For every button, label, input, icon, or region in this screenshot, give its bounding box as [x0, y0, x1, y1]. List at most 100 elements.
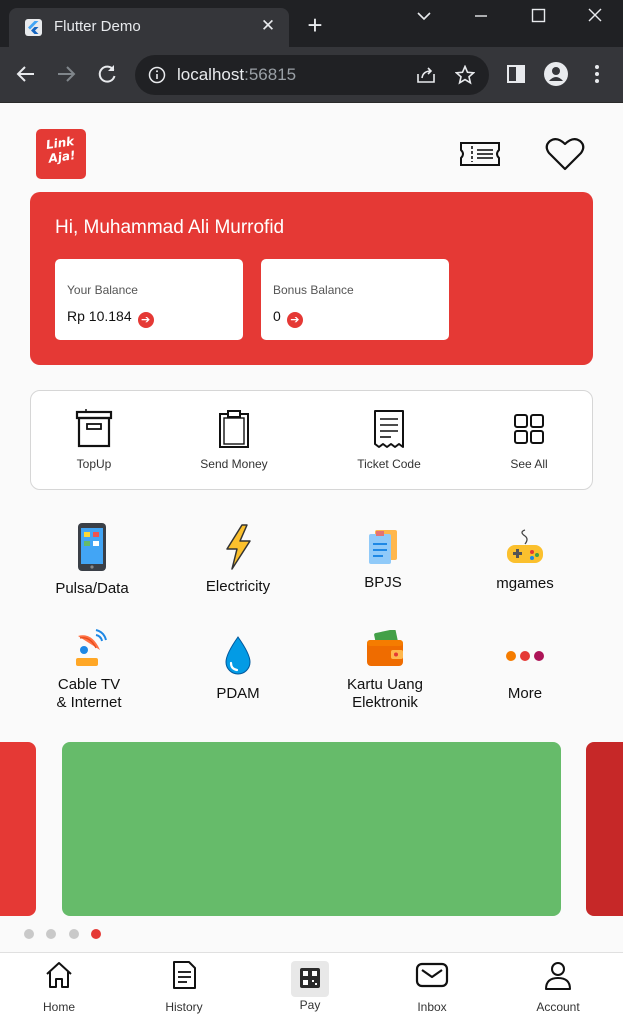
- history-icon: [173, 961, 196, 989]
- service-label: Electricity: [205, 578, 271, 595]
- wallet-icon: [367, 630, 403, 666]
- nav-label: History: [165, 1000, 203, 1014]
- nav-history[interactable]: History: [134, 953, 234, 1014]
- nav-label: Inbox: [417, 1000, 447, 1014]
- logo-text: Link Aja!: [38, 133, 83, 167]
- browser-toolbar: localhost:56815: [0, 47, 623, 103]
- lightning-icon: [226, 524, 251, 570]
- more-dots-icon: [506, 651, 544, 661]
- tab-title: Flutter Demo: [54, 18, 141, 35]
- close-window-icon[interactable]: [580, 5, 610, 27]
- menu-kebab-icon[interactable]: [584, 61, 610, 87]
- quick-menu-label: Send Money: [200, 457, 268, 471]
- bonus-balance-label: Bonus Balance: [273, 283, 354, 297]
- quick-menu-label: TopUp: [76, 457, 112, 471]
- service-label: PDAM: [216, 685, 260, 702]
- service-label-line2: Elektronik: [352, 694, 418, 711]
- service-label: Cable TV & Internet: [24, 676, 154, 712]
- info-icon[interactable]: [148, 66, 166, 84]
- document-icon: [369, 530, 397, 564]
- service-cable-tv-internet[interactable]: Cable TV & Internet: [24, 626, 154, 726]
- service-pulsa-data[interactable]: Pulsa/Data: [27, 518, 157, 618]
- service-label-line1: Kartu Uang: [347, 676, 423, 693]
- minimize-icon[interactable]: [466, 5, 496, 27]
- bottom-navigation: Home History Pay Inbox Account: [0, 952, 623, 1014]
- service-label: mgames: [496, 575, 554, 592]
- your-balance-value: Rp 10.184: [67, 308, 132, 324]
- gamepad-icon: [507, 529, 543, 563]
- nav-label: Account: [536, 1000, 580, 1014]
- back-icon[interactable]: [13, 61, 39, 87]
- close-tab-icon[interactable]: ✕: [259, 17, 277, 35]
- service-label-line2: & Internet: [56, 694, 122, 711]
- nav-account[interactable]: Account: [508, 953, 608, 1014]
- service-label: BPJS: [364, 574, 402, 591]
- forward-icon[interactable]: [53, 61, 79, 87]
- your-balance-label: Your Balance: [67, 283, 138, 297]
- app-view: Link Aja! Hi, Muhammad Ali Murrofid Your…: [0, 103, 623, 1014]
- carousel-dot-active[interactable]: [91, 929, 101, 939]
- carousel-dot[interactable]: [24, 929, 34, 939]
- address-bar[interactable]: localhost:56815: [135, 55, 489, 95]
- profile-avatar-icon[interactable]: [543, 61, 569, 87]
- home-icon: [46, 962, 72, 988]
- tab-search-chevron-icon[interactable]: [409, 5, 439, 27]
- arrow-right-icon[interactable]: ➔: [137, 312, 154, 328]
- grid-icon: [514, 414, 544, 444]
- flutter-icon: [25, 19, 42, 36]
- phone-icon: [78, 523, 106, 571]
- service-bpjs[interactable]: BPJS: [318, 518, 448, 618]
- your-balance-box[interactable]: Your Balance Rp 10.184 ➔: [55, 259, 243, 340]
- url-host: localhost: [177, 65, 245, 84]
- bonus-balance-box[interactable]: Bonus Balance 0 ➔: [261, 259, 449, 340]
- share-icon[interactable]: [415, 65, 437, 85]
- browser-titlebar: Flutter Demo ✕ +: [0, 0, 623, 47]
- service-label: More: [507, 685, 543, 702]
- bonus-balance-value: 0: [273, 308, 281, 324]
- banner-slide-next[interactable]: [586, 742, 623, 916]
- water-drop-icon: [225, 636, 251, 675]
- balance-card: Hi, Muhammad Ali Murrofid Your Balance R…: [30, 192, 593, 365]
- carousel-dot[interactable]: [46, 929, 56, 939]
- ticket-icon[interactable]: [459, 136, 501, 172]
- service-label-line1: Cable TV: [57, 676, 121, 693]
- quick-menu-ticket-code[interactable]: Ticket Code: [334, 391, 444, 491]
- linkaja-logo: Link Aja!: [36, 129, 86, 179]
- topup-box-icon: [75, 409, 113, 448]
- bonus-balance-value-row: 0 ➔: [273, 308, 303, 328]
- service-label: Pulsa/Data: [55, 580, 129, 597]
- maximize-icon[interactable]: [523, 5, 553, 27]
- quick-menu-send-money[interactable]: Send Money: [179, 391, 289, 491]
- quick-menu-label: See All: [510, 457, 548, 471]
- screen: Flutter Demo ✕ + localhost:56815 Link Aj…: [0, 0, 623, 1014]
- service-more[interactable]: More: [460, 626, 590, 726]
- quick-menu: TopUp Send Money Ticket Code See All: [30, 390, 593, 490]
- browser-tab[interactable]: Flutter Demo ✕: [9, 8, 289, 47]
- new-tab-button[interactable]: +: [303, 12, 327, 38]
- your-balance-value-row: Rp 10.184 ➔: [67, 308, 154, 328]
- service-electricity[interactable]: Electricity: [173, 518, 303, 618]
- satellite-icon: [76, 629, 107, 666]
- nav-label: Home: [42, 1000, 75, 1014]
- reload-icon[interactable]: [94, 61, 120, 87]
- quick-menu-topup[interactable]: TopUp: [39, 391, 149, 491]
- nav-inbox[interactable]: Inbox: [382, 953, 482, 1014]
- side-panel-icon[interactable]: [503, 61, 529, 87]
- carousel-dot[interactable]: [69, 929, 79, 939]
- favorite-heart-icon[interactable]: [544, 136, 586, 172]
- nav-home[interactable]: Home: [9, 953, 109, 1014]
- service-kartu-uang-elektronik[interactable]: Kartu Uang Elektronik: [320, 626, 450, 726]
- banner-slide-current[interactable]: [62, 742, 561, 916]
- service-pdam[interactable]: PDAM: [173, 626, 303, 726]
- bookmark-star-icon[interactable]: [455, 65, 475, 85]
- nav-pay[interactable]: Pay: [260, 953, 360, 1014]
- user-icon: [545, 962, 571, 990]
- quick-menu-label: Ticket Code: [357, 457, 421, 471]
- greeting-text: Hi, Muhammad Ali Murrofid: [55, 217, 285, 238]
- banner-slide-previous[interactable]: [0, 742, 36, 916]
- arrow-right-icon[interactable]: ➔: [286, 312, 303, 328]
- quick-menu-see-all[interactable]: See All: [474, 391, 584, 491]
- service-mgames[interactable]: mgames: [460, 518, 590, 618]
- url-port: :56815: [244, 65, 297, 84]
- qr-pay-icon: [291, 961, 329, 997]
